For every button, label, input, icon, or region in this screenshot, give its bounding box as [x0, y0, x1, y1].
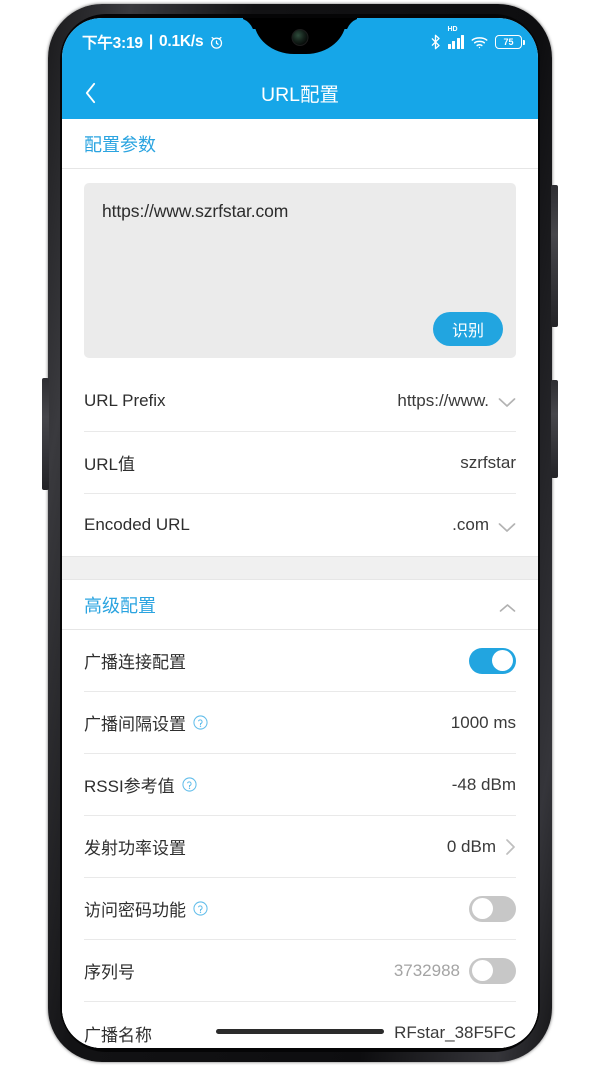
section-divider-band	[62, 556, 538, 580]
status-time: 下午3:19	[82, 35, 143, 52]
row-right: 1000 ms	[451, 713, 516, 733]
row-label: 访问密码功能	[84, 896, 208, 921]
row-label-text: 发射功率设置	[84, 839, 186, 858]
row-broadcast-interval[interactable]: 广播间隔设置 1000 ms	[84, 692, 516, 754]
row-label: 广播名称	[84, 1021, 152, 1046]
row-encoded-url[interactable]: Encoded URL .com	[84, 494, 516, 556]
advanced-section-title: 高级配置	[84, 595, 156, 616]
hd-label: HD	[447, 26, 458, 33]
row-right: szrfstar	[460, 453, 516, 473]
row-value: RFstar_38F5FC	[394, 1023, 516, 1042]
config-rows: URL Prefix https://www. URL值 szrfstar En…	[62, 370, 538, 556]
chevron-down-icon[interactable]	[498, 520, 516, 532]
row-value: 1000 ms	[450, 712, 516, 732]
page-title: URL配置	[260, 84, 339, 106]
row-label: 发射功率设置	[84, 834, 186, 859]
alarm-clock-icon	[209, 35, 224, 50]
row-value: -48 dBm	[451, 774, 516, 794]
status-bar-right: HD 75	[430, 26, 525, 50]
row-label: URL Prefix	[84, 390, 166, 410]
row-right	[469, 647, 516, 674]
row-url-value[interactable]: URL值 szrfstar	[84, 432, 516, 494]
row-label-text: RSSI参考值	[84, 777, 175, 796]
chevron-up-icon[interactable]	[499, 600, 516, 612]
left-side-button[interactable]	[42, 378, 49, 490]
row-rssi-reference[interactable]: RSSI参考值 -48 dBm	[84, 754, 516, 816]
row-right	[469, 895, 516, 922]
toggle-broadcast-connection[interactable]	[469, 647, 516, 674]
row-right: .com	[452, 515, 516, 535]
row-label: URL值	[84, 455, 136, 474]
row-tx-power[interactable]: 发射功率设置 0 dBm	[84, 816, 516, 878]
config-section-header: 配置参数	[62, 119, 538, 169]
config-section-title: 配置参数	[84, 134, 156, 155]
row-label: 广播间隔设置	[84, 710, 208, 735]
app-bar: URL配置	[62, 66, 538, 119]
cellular-signal-icon: HD	[447, 26, 464, 49]
row-label: 序列号	[84, 958, 135, 983]
status-bar-left: 下午3:19 | 0.1K/s	[82, 31, 224, 53]
row-value: https://www.	[397, 390, 489, 410]
toggle-serial-number[interactable]	[469, 957, 516, 984]
url-input-container: https://www.szrfstar.com 识别	[62, 169, 538, 370]
row-label-text: 广播连接配置	[84, 653, 186, 672]
status-separator: |	[148, 33, 153, 50]
advanced-rows: 广播连接配置 广播间隔设置 1000 ms RSSI参考值 -48 dBm 发射…	[62, 630, 538, 1048]
url-textarea[interactable]: https://www.szrfstar.com 识别	[84, 183, 516, 358]
row-label: RSSI参考值	[84, 772, 197, 797]
bluetooth-icon	[430, 34, 441, 50]
help-question-icon[interactable]	[193, 715, 208, 730]
phone-screen: 下午3:19 | 0.1K/s HD 75 URL配置 配置参数 https:/…	[62, 18, 538, 1048]
row-serial-number[interactable]: 序列号 3732988	[84, 940, 516, 1002]
row-label-text: 广播间隔设置	[84, 715, 186, 734]
help-question-icon[interactable]	[193, 901, 208, 916]
advanced-section-header[interactable]: 高级配置	[62, 580, 538, 630]
row-broadcast-name[interactable]: 广播名称 RFstar_38F5FC	[84, 1002, 516, 1048]
row-label: Encoded URL	[84, 515, 190, 534]
settings-content: 配置参数 https://www.szrfstar.com 识别 URL Pre…	[62, 119, 538, 1048]
recognize-button[interactable]: 识别	[432, 312, 503, 346]
wifi-icon	[471, 36, 488, 49]
row-value: 3732988	[393, 960, 460, 980]
row-access-password[interactable]: 访问密码功能	[84, 878, 516, 940]
battery-level-label: 75	[503, 36, 514, 47]
row-label-text: 访问密码功能	[84, 901, 186, 920]
chevron-right-icon[interactable]	[505, 838, 516, 856]
row-right: 3732988	[393, 957, 516, 984]
url-input-value: https://www.szrfstar.com	[102, 201, 289, 221]
row-right: -48 dBm	[452, 775, 516, 795]
row-right: RFstar_38F5FC	[394, 1023, 516, 1043]
power-button[interactable]	[551, 380, 558, 478]
back-chevron-icon	[84, 82, 97, 104]
row-url-prefix[interactable]: URL Prefix https://www.	[84, 370, 516, 432]
front-camera-icon	[291, 29, 309, 46]
home-indicator[interactable]	[216, 1029, 384, 1034]
row-label-text: 广播名称	[84, 1025, 152, 1045]
row-label: 广播连接配置	[84, 648, 186, 673]
row-right: https://www.	[397, 391, 516, 411]
help-question-icon[interactable]	[182, 777, 197, 792]
row-right: 0 dBm	[447, 837, 516, 857]
status-network-speed: 0.1K/s	[158, 33, 204, 50]
chevron-down-icon[interactable]	[498, 395, 516, 407]
volume-rocker-button[interactable]	[551, 185, 558, 327]
row-label-text: 序列号	[84, 963, 135, 982]
battery-icon: 75	[495, 35, 525, 49]
row-broadcast-connection[interactable]: 广播连接配置	[84, 630, 516, 692]
row-value: .com	[452, 515, 489, 534]
back-button[interactable]	[62, 66, 118, 119]
row-value: 0 dBm	[446, 836, 496, 856]
row-value: szrfstar	[460, 452, 516, 472]
toggle-access-password[interactable]	[469, 895, 516, 922]
